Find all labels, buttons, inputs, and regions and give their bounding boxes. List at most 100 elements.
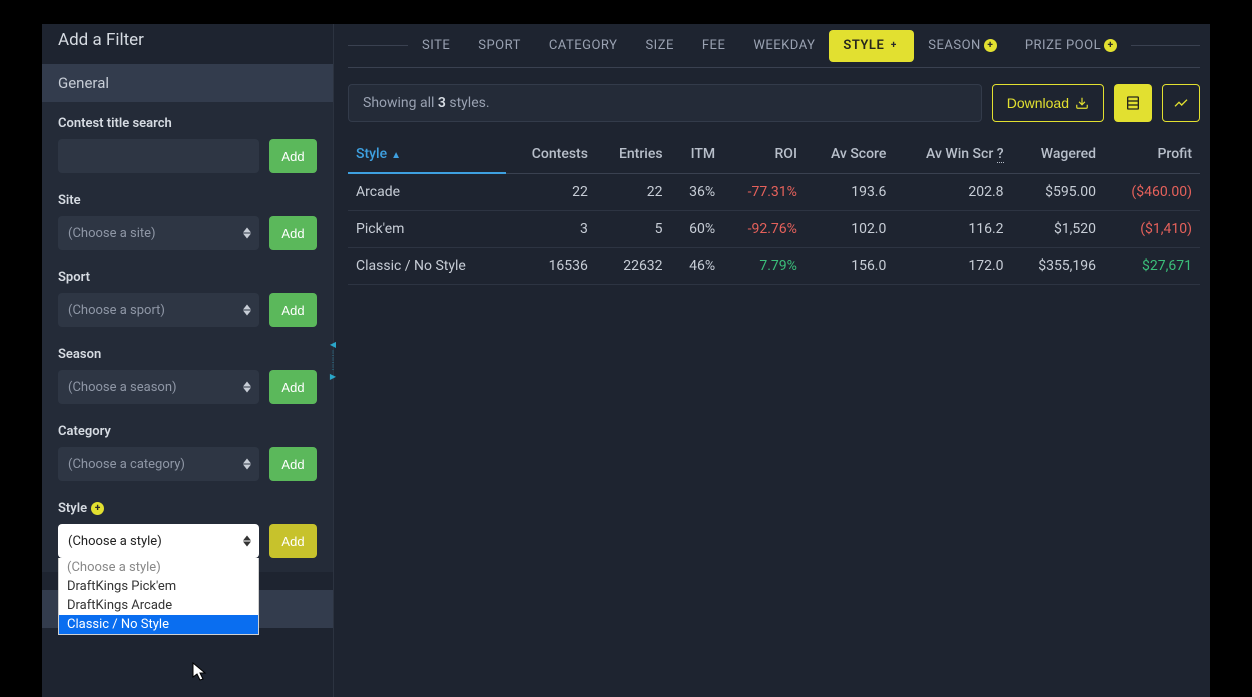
tab-label: SPORT [478,38,521,53]
sidebar: Add a Filter General Contest title searc… [42,24,334,697]
tab-label: PRIZE POOL [1025,38,1101,53]
site-select[interactable]: (Choose a site) [58,216,259,250]
tab-label: SEASON [928,38,981,53]
tab-fee[interactable]: FEE [688,30,739,62]
sport-select-value: (Choose a sport) [68,303,165,318]
tabs-divider [348,45,408,46]
tab-label: CATEGORY [549,38,618,53]
filter-group-style: Style + (Choose a style) (Choose a style… [58,501,317,558]
main-content: SITESPORTCATEGORYSIZEFEEWEEKDAYSTYLE+SEA… [334,24,1210,697]
label-style: Style + [58,501,317,516]
updown-icon [243,382,251,393]
cell: 7.79% [723,248,805,285]
col-avwin-label: Av Win Scr [926,146,993,162]
cell: $1,520 [1012,211,1104,248]
cell: -92.76% [723,211,805,248]
tab-label: WEEKDAY [753,38,815,53]
style-option[interactable]: Classic / No Style [59,615,258,634]
tab-site[interactable]: SITE [408,30,464,62]
search-input[interactable] [58,139,259,173]
panel-general: Contest title search Add Site (Choose a … [42,102,333,572]
help-icon[interactable]: ? [997,146,1004,163]
download-icon [1075,96,1089,110]
plus-icon: + [91,502,104,515]
tab-category[interactable]: CATEGORY [535,30,632,62]
season-select[interactable]: (Choose a season) [58,370,259,404]
add-search-button[interactable]: Add [269,139,317,173]
tab-style[interactable]: STYLE+ [829,30,914,62]
style-select-wrap: (Choose a style) (Choose a style)DraftKi… [58,524,259,558]
updown-icon [243,459,251,470]
cell: 202.8 [894,173,1011,211]
tabs-divider [1131,45,1200,46]
status-count: 3 [438,95,446,111]
download-label: Download [1007,95,1069,111]
label-style-text: Style [58,501,87,516]
resize-handle[interactable]: ◀ ⋮⋮⋮ ▶ [327,316,339,406]
cell: 22 [596,173,671,211]
col-roi[interactable]: ROI [723,136,805,173]
add-style-button[interactable]: Add [269,524,317,558]
col-wagered[interactable]: Wagered [1012,136,1104,173]
chart-view-button[interactable] [1162,84,1200,122]
filter-group-category: Category (Choose a category) Add [58,424,317,481]
tab-weekday[interactable]: WEEKDAY [739,30,829,62]
table-row[interactable]: Classic / No Style165362263246%7.79%156.… [348,248,1200,285]
tab-prize-pool[interactable]: PRIZE POOL+ [1011,30,1131,62]
add-season-button[interactable]: Add [269,370,317,404]
cell: 102.0 [805,211,894,248]
style-option[interactable]: DraftKings Pick'em [59,577,258,596]
plus-icon: + [984,39,997,52]
cell: 22632 [596,248,671,285]
sport-select[interactable]: (Choose a sport) [58,293,259,327]
tab-season[interactable]: SEASON+ [914,30,1011,62]
col-avscore[interactable]: Av Score [805,136,894,173]
tab-size[interactable]: SIZE [631,30,687,62]
cell: $355,196 [1012,248,1104,285]
style-dropdown: (Choose a style)DraftKings Pick'emDraftK… [58,558,259,635]
col-style-label: Style [356,146,387,162]
cell: 156.0 [805,248,894,285]
add-site-button[interactable]: Add [269,216,317,250]
cell: Pick'em [348,211,506,248]
style-select[interactable]: (Choose a style) [58,524,259,558]
cell: 116.2 [894,211,1011,248]
cell: Classic / No Style [348,248,506,285]
sort-asc-icon: ▲ [391,150,401,161]
table-row[interactable]: Pick'em3560%-92.76%102.0116.2$1,520($1,4… [348,211,1200,248]
col-style[interactable]: Style ▲ [348,136,506,173]
tab-sport[interactable]: SPORT [464,30,535,62]
tab-label: SIZE [645,38,673,53]
results-table: Style ▲ Contests Entries ITM ROI Av Score… [348,136,1200,285]
table-view-button[interactable] [1114,84,1152,122]
panel-header-general[interactable]: General [42,64,333,102]
tab-label: SITE [422,38,450,53]
style-option[interactable]: DraftKings Arcade [59,596,258,615]
tab-label: FEE [702,38,725,53]
col-itm[interactable]: ITM [671,136,724,173]
table-row[interactable]: Arcade222236%-77.31%193.6202.8$595.00($4… [348,173,1200,211]
download-button[interactable]: Download [992,84,1104,122]
site-select-value: (Choose a site) [68,226,156,241]
cell: 46% [671,248,724,285]
cell: 5 [596,211,671,248]
cell: ($460.00) [1104,173,1200,211]
sidebar-title: Add a Filter [42,24,333,64]
col-avwin[interactable]: Av Win Scr ? [894,136,1011,173]
plus-icon: + [887,39,900,52]
col-profit[interactable]: Profit [1104,136,1200,173]
chart-line-icon [1173,95,1189,111]
col-contests[interactable]: Contests [506,136,596,173]
col-entries[interactable]: Entries [596,136,671,173]
style-select-value: (Choose a style) [68,534,162,549]
plus-icon: + [1104,39,1117,52]
cell: 22 [506,173,596,211]
cell: $27,671 [1104,248,1200,285]
updown-icon [243,228,251,239]
updown-icon [243,305,251,316]
label-site: Site [58,193,317,208]
add-category-button[interactable]: Add [269,447,317,481]
style-option[interactable]: (Choose a style) [59,558,258,577]
add-sport-button[interactable]: Add [269,293,317,327]
category-select[interactable]: (Choose a category) [58,447,259,481]
